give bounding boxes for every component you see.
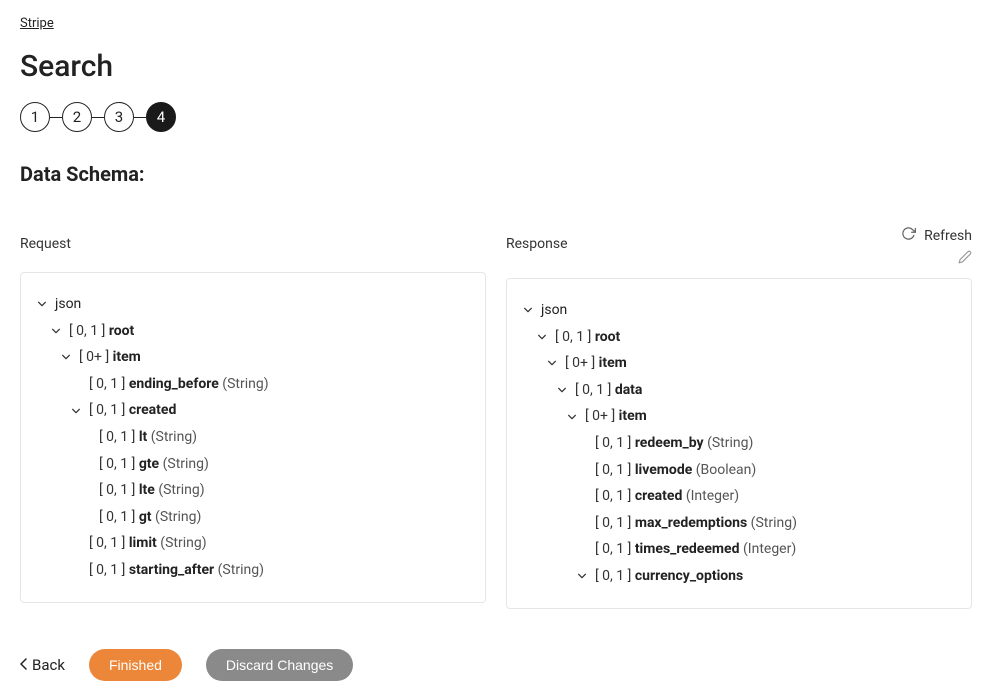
request-column: Request json[ 0, 1 ] root[ 0+ ] item[ 0,…: [20, 226, 486, 609]
back-button[interactable]: Back: [20, 656, 65, 674]
request-node-label[interactable]: [ 0, 1 ] starting_after (String): [89, 557, 264, 584]
response-node-label[interactable]: [ 0, 1 ] livemode (Boolean): [595, 457, 756, 484]
response-tree-row: [ 0, 1 ] times_redeemed (Integer): [521, 536, 957, 563]
response-node-label[interactable]: [ 0, 1 ] created (Integer): [595, 483, 739, 510]
schema-columns: Request json[ 0, 1 ] root[ 0+ ] item[ 0,…: [20, 226, 972, 609]
request-node-label[interactable]: [ 0, 1 ] lte (String): [99, 477, 205, 504]
section-title: Data Schema:: [20, 162, 972, 186]
refresh-label: Refresh: [924, 228, 972, 244]
request-tree-row: [ 0, 1 ] root: [35, 318, 471, 345]
chevron-down-icon[interactable]: [49, 324, 63, 338]
chevron-down-icon[interactable]: [35, 297, 49, 311]
chevron-down-icon[interactable]: [521, 303, 535, 317]
edit-icon[interactable]: [958, 249, 972, 268]
step-separator: [50, 117, 62, 118]
chevron-down-icon[interactable]: [69, 404, 83, 418]
response-node-label[interactable]: [ 0, 1 ] times_redeemed (Integer): [595, 536, 796, 563]
request-node-label[interactable]: [ 0, 1 ] ending_before (String): [89, 371, 269, 398]
request-label: Request: [20, 226, 71, 252]
breadcrumb-link[interactable]: Stripe: [20, 16, 972, 31]
response-panel: json[ 0, 1 ] root[ 0+ ] item[ 0, 1 ] dat…: [506, 278, 972, 609]
response-node-label[interactable]: [ 0, 1 ] root: [555, 324, 620, 351]
footer: Back Finished Discard Changes: [20, 649, 972, 681]
step-4[interactable]: 4: [146, 102, 176, 132]
stepper: 1234: [20, 102, 972, 132]
request-tree-row: [ 0, 1 ] starting_after (String): [35, 557, 471, 584]
step-2[interactable]: 2: [62, 102, 92, 132]
chevron-down-icon[interactable]: [575, 569, 589, 583]
response-tree-row: [ 0, 1 ] redeem_by (String): [521, 430, 957, 457]
request-tree-row: [ 0, 1 ] gt (String): [35, 504, 471, 531]
response-tree-row: [ 0, 1 ] currency_options: [521, 563, 957, 590]
request-node-label[interactable]: json: [55, 291, 81, 318]
response-node-label[interactable]: [ 0+ ] item: [565, 350, 627, 377]
refresh-button[interactable]: Refresh: [901, 226, 972, 245]
response-tree-row: [ 0+ ] item: [521, 403, 957, 430]
chevron-down-icon[interactable]: [555, 383, 569, 397]
request-tree-row: [ 0, 1 ] lte (String): [35, 477, 471, 504]
request-tree-row: [ 0+ ] item: [35, 344, 471, 371]
request-tree-row: json: [35, 291, 471, 318]
response-tree-row: [ 0, 1 ] max_redemptions (String): [521, 510, 957, 537]
request-tree-row: [ 0, 1 ] lt (String): [35, 424, 471, 451]
chevron-down-icon[interactable]: [565, 410, 579, 424]
chevron-down-icon[interactable]: [545, 356, 559, 370]
page-title: Search: [20, 49, 972, 84]
response-tree-row: [ 0+ ] item: [521, 350, 957, 377]
step-separator: [92, 117, 104, 118]
response-node-label[interactable]: [ 0, 1 ] redeem_by (String): [595, 430, 753, 457]
request-node-label[interactable]: [ 0, 1 ] gt (String): [99, 504, 201, 531]
response-tree-row: [ 0, 1 ] root: [521, 324, 957, 351]
response-tree-row: json: [521, 297, 957, 324]
response-column: Response Refresh json[ 0, 1 ] root[ 0+ ]…: [506, 226, 972, 609]
response-label: Response: [506, 226, 568, 252]
request-node-label[interactable]: [ 0, 1 ] lt (String): [99, 424, 197, 451]
discard-button[interactable]: Discard Changes: [206, 649, 353, 681]
response-node-label[interactable]: [ 0, 1 ] max_redemptions (String): [595, 510, 797, 537]
response-node-label[interactable]: [ 0, 1 ] currency_options: [595, 563, 743, 590]
chevron-down-icon[interactable]: [59, 350, 73, 364]
request-node-label[interactable]: [ 0+ ] item: [79, 344, 141, 371]
request-tree-row: [ 0, 1 ] created: [35, 397, 471, 424]
request-node-label[interactable]: [ 0, 1 ] root: [69, 318, 134, 345]
request-panel: json[ 0, 1 ] root[ 0+ ] item[ 0, 1 ] end…: [20, 272, 486, 603]
step-separator: [134, 117, 146, 118]
chevron-left-icon: [20, 656, 28, 674]
refresh-icon: [901, 226, 916, 245]
request-tree-row: [ 0, 1 ] gte (String): [35, 451, 471, 478]
request-node-label[interactable]: [ 0, 1 ] created: [89, 397, 176, 424]
step-1[interactable]: 1: [20, 102, 50, 132]
chevron-down-icon[interactable]: [535, 330, 549, 344]
request-tree-row: [ 0, 1 ] limit (String): [35, 530, 471, 557]
back-label: Back: [32, 656, 65, 674]
response-tree-row: [ 0, 1 ] livemode (Boolean): [521, 457, 957, 484]
step-3[interactable]: 3: [104, 102, 134, 132]
request-node-label[interactable]: [ 0, 1 ] limit (String): [89, 530, 207, 557]
response-node-label[interactable]: [ 0, 1 ] data: [575, 377, 642, 404]
response-tree-row: [ 0, 1 ] data: [521, 377, 957, 404]
response-node-label[interactable]: [ 0+ ] item: [585, 403, 647, 430]
response-tree-row: [ 0, 1 ] created (Integer): [521, 483, 957, 510]
request-node-label[interactable]: [ 0, 1 ] gte (String): [99, 451, 209, 478]
response-node-label[interactable]: json: [541, 297, 567, 324]
request-tree-row: [ 0, 1 ] ending_before (String): [35, 371, 471, 398]
finished-button[interactable]: Finished: [89, 649, 182, 681]
